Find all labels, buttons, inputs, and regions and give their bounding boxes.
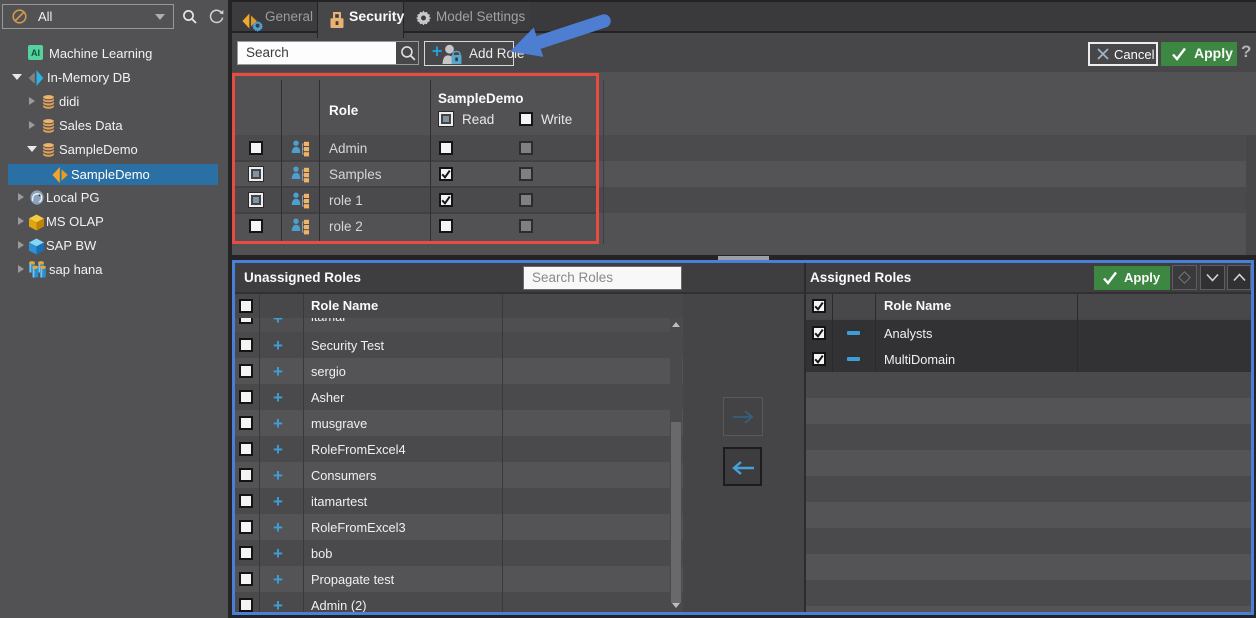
- svg-text:AI: AI: [31, 48, 40, 58]
